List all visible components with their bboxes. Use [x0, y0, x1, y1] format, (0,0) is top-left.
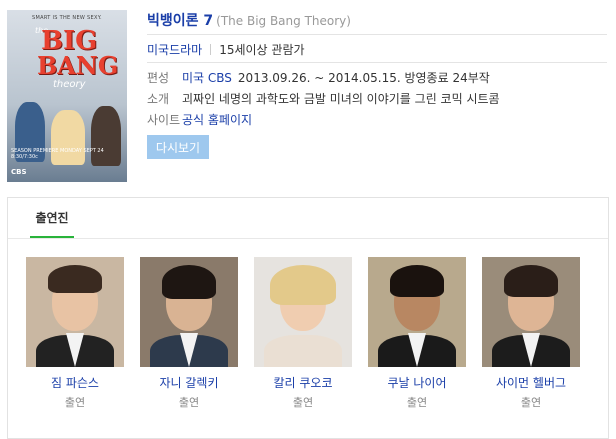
cast-name[interactable]: 사이먼 헬버그: [481, 374, 581, 391]
original-title: (The Big Bang Theory): [216, 14, 351, 28]
cast-photo[interactable]: [254, 257, 352, 367]
cast-photo[interactable]: [140, 257, 238, 367]
photo-hair: [390, 265, 444, 297]
cast-role: 출연: [406, 396, 428, 409]
divider: [147, 34, 607, 35]
photo-hair: [504, 265, 558, 297]
poster-tagline: SMART IS THE NEW SEXY.: [32, 15, 102, 21]
poster-logo-theory: theory: [53, 79, 86, 90]
poster-premiere-text: SEASON PREMIERE MONDAY SEPT 24 8:30/7:30…: [11, 148, 104, 160]
cast-member[interactable]: 칼리 쿠오코 출연: [253, 257, 353, 410]
cast-member[interactable]: 사이먼 헬버그 출연: [481, 257, 581, 410]
cast-role: 출연: [178, 396, 200, 409]
show-title[interactable]: 빅뱅이론 7: [147, 10, 213, 30]
cast-section: 출연진 짐 파슨스 출연 자니 갈렉키 출연 칼리 쿠오코 출연 쿠날 나이어 …: [7, 197, 609, 439]
divider: [147, 62, 607, 63]
cast-member[interactable]: 짐 파슨스 출연: [25, 257, 125, 410]
cast-photo[interactable]: [482, 257, 580, 367]
cast-role: 출연: [520, 396, 542, 409]
cast-header: 출연진: [8, 198, 608, 239]
cast-photo[interactable]: [368, 257, 466, 367]
meta-row: 미국드라마 15세이상 관람가: [147, 41, 305, 58]
tab-cast[interactable]: 출연진: [30, 198, 74, 238]
summary-text: 괴짜인 네명의 과학도와 금발 미녀의 이야기를 그린 코믹 시트콤: [182, 92, 500, 106]
summary-row: 소개 괴짜인 네명의 과학도와 금발 미녀의 이야기를 그린 코믹 시트콤: [147, 90, 500, 107]
separator: [210, 44, 212, 55]
poster-logo-bang: BANG: [37, 51, 119, 80]
summary-label: 소개: [147, 92, 170, 106]
title-row: 빅뱅이론 7 (The Big Bang Theory): [147, 10, 351, 30]
poster-network-logo: CBS: [11, 168, 27, 176]
official-site-link[interactable]: 공식 홈페이지: [182, 111, 252, 128]
cast-name[interactable]: 칼리 쿠오코: [253, 374, 353, 391]
photo-hair: [162, 265, 216, 299]
site-row: 사이트 공식 홈페이지: [147, 111, 258, 128]
genre-link[interactable]: 미국드라마: [147, 41, 202, 58]
cast-name[interactable]: 쿠날 나이어: [367, 374, 467, 391]
cast-role: 출연: [292, 396, 314, 409]
cast-photo[interactable]: [26, 257, 124, 367]
broadcast-network-link[interactable]: 미국 CBS: [182, 69, 232, 86]
cast-member[interactable]: 쿠날 나이어 출연: [367, 257, 467, 410]
broadcast-row: 편성 미국 CBS 2013.09.26. ~ 2014.05.15. 방영종료…: [147, 69, 490, 86]
photo-shoulders: [264, 335, 342, 367]
cast-name[interactable]: 짐 파슨스: [25, 374, 125, 391]
watch-again-button[interactable]: 다시보기: [147, 135, 209, 159]
photo-hair: [48, 265, 102, 293]
cast-name[interactable]: 자니 갈렉키: [139, 374, 239, 391]
site-label: 사이트: [147, 113, 181, 127]
rating-text: 15세이상 관람가: [219, 43, 305, 57]
broadcast-label: 편성: [147, 71, 170, 85]
broadcast-text: 2013.09.26. ~ 2014.05.15. 방영종료 24부작: [237, 71, 490, 85]
photo-hair: [270, 265, 336, 305]
show-poster[interactable]: SMART IS THE NEW SEXY. the BIG BANG theo…: [7, 10, 127, 182]
cast-member[interactable]: 자니 갈렉키 출연: [139, 257, 239, 410]
cast-role: 출연: [64, 396, 86, 409]
